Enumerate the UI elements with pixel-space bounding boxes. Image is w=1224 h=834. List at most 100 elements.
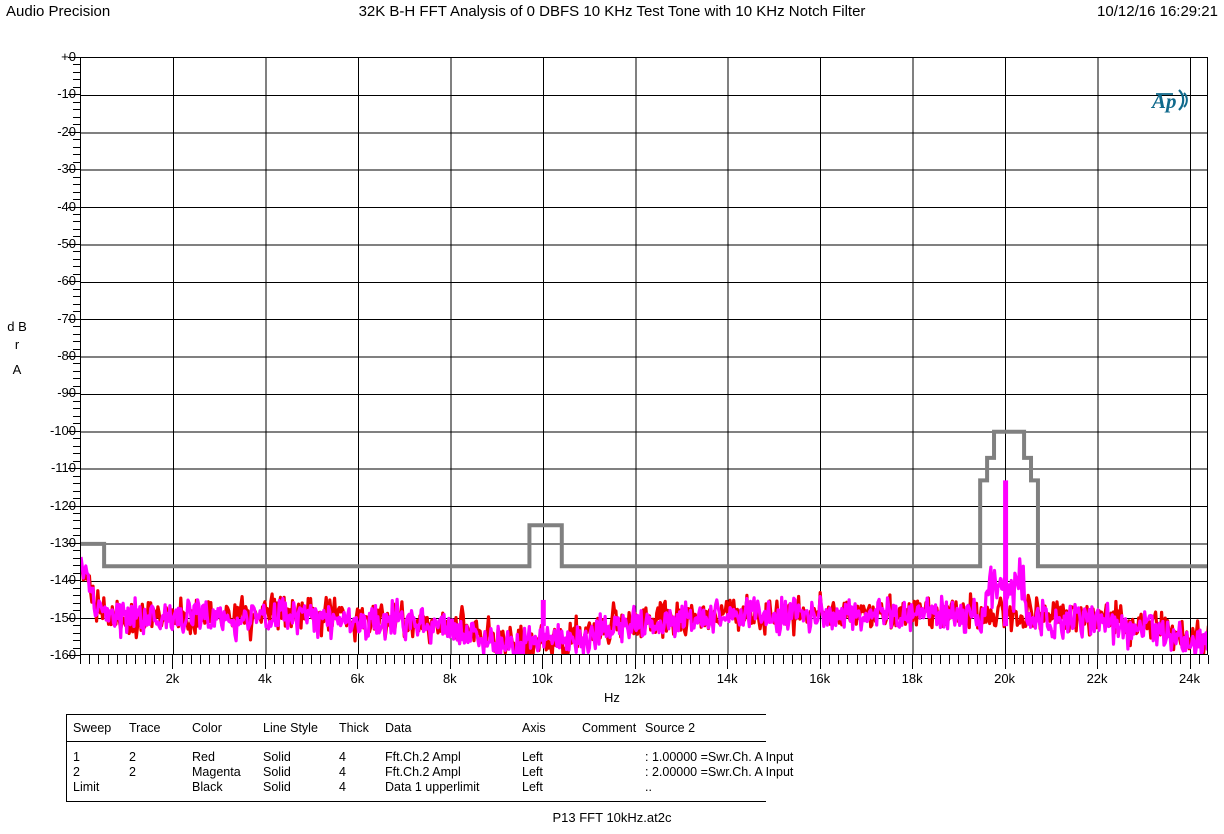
y-axis-minor-tick bbox=[73, 385, 80, 387]
x-axis-minor-tick bbox=[1106, 655, 1108, 664]
legend-cell-thick: 4 bbox=[339, 765, 346, 779]
y-axis-minor-tick bbox=[73, 535, 80, 537]
y-axis-minor-tick bbox=[73, 445, 80, 447]
legend-cell-color: Red bbox=[192, 750, 215, 764]
x-axis-minor-tick bbox=[292, 655, 294, 664]
legend-cell-data: Fft.Ch.2 Ampl bbox=[385, 750, 461, 764]
y-axis-title-line-2: B bbox=[18, 319, 27, 334]
y-axis-minor-tick bbox=[73, 625, 80, 627]
y-axis-minor-tick bbox=[73, 161, 80, 163]
x-axis-minor-tick bbox=[237, 655, 239, 664]
legend-cell-axis: Left bbox=[522, 765, 543, 779]
x-axis-minor-tick bbox=[708, 655, 710, 664]
y-axis-minor-tick bbox=[73, 527, 80, 529]
x-axis-minor-tick bbox=[80, 655, 81, 664]
header-bar: Audio Precision 32K B-H FFT Analysis of … bbox=[0, 0, 1224, 28]
x-axis-minor-tick bbox=[375, 655, 377, 664]
x-axis-minor-tick bbox=[1171, 655, 1173, 664]
x-axis-minor-tick bbox=[301, 655, 303, 664]
plot-area[interactable] bbox=[80, 57, 1208, 655]
legend-cell-thick: 4 bbox=[339, 780, 346, 794]
y-axis-ticks bbox=[68, 57, 80, 656]
x-axis-minor-tick bbox=[717, 655, 719, 664]
y-axis-minor-tick bbox=[73, 303, 80, 305]
x-axis-minor-tick bbox=[801, 655, 803, 664]
y-axis-minor-tick bbox=[73, 550, 80, 552]
y-axis-major-tick bbox=[68, 655, 80, 656]
legend-cell-trace: 2 bbox=[129, 765, 136, 779]
y-axis-minor-tick bbox=[73, 273, 80, 275]
x-axis-tick-label: 2k bbox=[165, 671, 180, 686]
x-axis-minor-tick bbox=[348, 655, 350, 664]
x-axis-minor-tick bbox=[579, 655, 581, 664]
x-axis-minor-tick bbox=[607, 655, 609, 664]
legend-cell-color: Black bbox=[192, 780, 223, 794]
x-axis-tick-label: 4k bbox=[258, 671, 272, 686]
y-axis-minor-tick bbox=[73, 370, 80, 372]
y-axis-major-tick bbox=[68, 505, 80, 507]
y-axis-minor-tick bbox=[73, 415, 80, 417]
x-axis-minor-tick bbox=[875, 655, 877, 664]
x-axis-minor-tick bbox=[1124, 655, 1126, 664]
legend-row[interactable]: 1 2 Red Solid 4 Fft.Ch.2 Ampl Left: 1.00000 =S… bbox=[67, 749, 793, 764]
y-axis-minor-tick bbox=[73, 199, 80, 201]
y-axis-minor-tick bbox=[73, 460, 80, 462]
x-axis-minor-tick bbox=[1180, 655, 1182, 664]
x-axis-minor-tick bbox=[1115, 655, 1117, 664]
x-axis-minor-tick bbox=[773, 655, 775, 664]
x-axis-minor-tick bbox=[921, 655, 923, 664]
y-axis-minor-tick bbox=[73, 483, 80, 485]
y-axis-minor-tick bbox=[73, 116, 80, 118]
y-axis-minor-tick bbox=[73, 520, 80, 522]
x-axis-tick-label: 8k bbox=[442, 671, 457, 686]
y-axis-minor-tick bbox=[73, 475, 80, 477]
x-axis-minor-tick bbox=[828, 655, 830, 664]
x-axis-minor-tick bbox=[486, 655, 488, 664]
y-axis-minor-tick bbox=[73, 64, 80, 66]
x-axis-minor-tick bbox=[653, 655, 655, 664]
x-axis-minor-tick bbox=[107, 655, 109, 664]
x-axis-minor-tick bbox=[385, 655, 387, 664]
y-axis-minor-tick bbox=[73, 326, 80, 328]
legend-cell-source2: : 2.00000 =Swr.Ch. A Input bbox=[645, 765, 794, 779]
x-axis-minor-tick bbox=[338, 655, 340, 664]
y-axis-minor-tick bbox=[73, 348, 80, 350]
x-axis-minor-tick bbox=[884, 655, 886, 664]
y-axis-title-line-4: A bbox=[12, 362, 22, 377]
x-axis-minor-tick bbox=[597, 655, 599, 664]
fft-plot-svg bbox=[81, 58, 1207, 654]
y-axis-major-tick bbox=[68, 617, 80, 619]
legend-row[interactable]: Limit Black Solid 4 Data 1 upperlimit Left.. bbox=[67, 779, 766, 794]
legend-column-header: Comment bbox=[582, 721, 637, 735]
y-axis-minor-tick bbox=[73, 423, 80, 425]
x-axis-minor-tick bbox=[422, 655, 424, 664]
x-axis-minor-tick bbox=[893, 655, 895, 664]
y-axis-major-tick bbox=[68, 542, 80, 544]
y-axis-major-tick bbox=[68, 468, 80, 470]
x-axis-minor-tick bbox=[1013, 655, 1015, 664]
x-axis-minor-tick bbox=[1152, 655, 1154, 664]
x-axis-minor-tick bbox=[274, 655, 276, 664]
x-axis-minor-tick bbox=[838, 655, 840, 664]
x-axis-tick-label: 24k bbox=[1179, 671, 1200, 686]
x-axis-minor-tick bbox=[89, 655, 91, 664]
legend-cell-trace: 2 bbox=[129, 750, 136, 764]
x-axis-minor-tick bbox=[403, 655, 405, 664]
y-axis-minor-tick bbox=[73, 191, 80, 193]
y-axis-minor-tick bbox=[73, 176, 80, 178]
y-axis-minor-tick bbox=[73, 378, 80, 380]
legend-cell-line-style: Solid bbox=[263, 750, 291, 764]
x-axis-major-tick bbox=[1189, 655, 1191, 669]
x-axis-major-tick bbox=[819, 655, 821, 669]
legend-row[interactable]: 2 2 Magenta Solid 4 Fft.Ch.2 Ampl Left: 2.0000… bbox=[67, 764, 793, 779]
y-axis-minor-tick bbox=[73, 296, 80, 298]
y-axis-minor-tick bbox=[73, 139, 80, 141]
y-axis-minor-tick bbox=[73, 498, 80, 500]
legend-column-header: Thick bbox=[339, 721, 369, 735]
y-axis-minor-tick bbox=[73, 311, 80, 313]
x-axis-minor-tick bbox=[505, 655, 507, 664]
x-axis-minor-tick bbox=[1050, 655, 1052, 664]
svg-text:Ap: Ap bbox=[1150, 89, 1177, 113]
x-axis-major-tick bbox=[542, 655, 544, 669]
x-axis-minor-tick bbox=[496, 655, 498, 664]
